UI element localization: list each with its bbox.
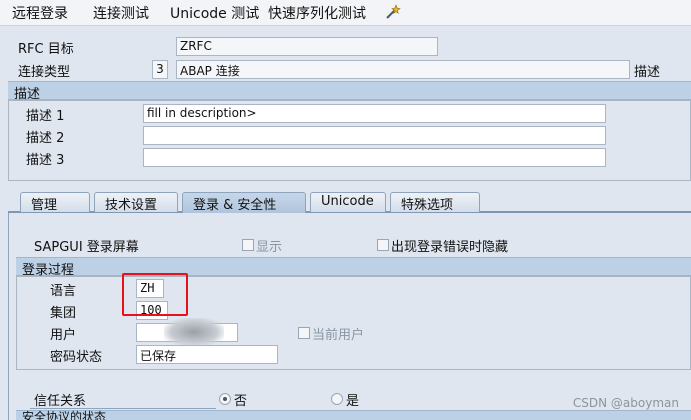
tab-technical-settings[interactable]: 技术设置 [94,192,178,213]
connection-type-value-field: ABAP 连接 [176,60,630,79]
connection-type-description-label: 描述 [634,65,661,80]
security-protocol-status-title: 安全协议的状态 [16,410,691,420]
trust-yes-radio[interactable] [331,393,343,405]
hide-on-logon-error-checkbox[interactable] [377,239,389,251]
remote-logon-button[interactable]: 远程登录 [12,3,68,23]
hide-on-logon-error-label: 出现登录错误时隐藏 [391,240,509,255]
trust-relationship-label: 信任关系 [34,394,87,409]
wand-icon[interactable] [384,3,402,21]
show-checkbox[interactable] [242,239,254,251]
trust-no-label: 否 [234,394,248,409]
connection-test-button[interactable]: 连接测试 [93,3,149,23]
unicode-test-button[interactable]: Unicode 测试 [170,3,259,23]
user-label: 用户 [50,328,77,343]
tab-administration[interactable]: 管理 [20,192,90,213]
show-checkbox-label: 显示 [256,240,283,255]
logon-procedure-title: 登录过程 [16,257,691,278]
tab-unicode[interactable]: Unicode [310,192,386,212]
connection-type-code-field[interactable]: 3 [152,60,168,79]
client-label: 集团 [50,306,77,321]
trust-no-radio[interactable] [219,393,231,405]
logon-procedure-group [16,276,691,370]
menu-toolbar: 远程登录 连接测试 Unicode 测试 快速序列化测试 [0,0,691,26]
password-status-label: 密码状态 [50,350,103,365]
trust-underline [30,408,216,409]
watermark-text: CSDN @aboyman [572,396,679,410]
trust-yes-label: 是 [346,394,360,409]
language-label: 语言 [50,284,77,299]
current-user-label: 当前用户 [312,328,365,343]
connection-type-label: 连接类型 [18,65,71,80]
description-3-field[interactable] [143,148,606,167]
description-1-field[interactable]: fill in description> [143,104,606,123]
redacted-user-blur [164,318,224,346]
current-user-checkbox[interactable] [298,327,310,339]
description-3-label: 描述 3 [26,153,65,168]
fast-serialization-test-button[interactable]: 快速序列化测试 [268,3,366,23]
description-2-field[interactable] [143,126,606,145]
description-group-title: 描述 [8,81,691,102]
rfc-target-field[interactable]: ZRFC [176,37,438,56]
highlight-annotation-box [122,273,188,316]
description-2-label: 描述 2 [26,131,65,146]
password-status-field: 已保存 [136,345,278,364]
description-1-label: 描述 1 [26,109,65,124]
sapgui-logon-screen-label: SAPGUI 登录屏幕 [34,240,139,255]
tab-special-options[interactable]: 特殊选项 [390,192,480,213]
tab-logon-security[interactable]: 登录 & 安全性 [182,192,306,213]
rfc-target-label: RFC 目标 [18,42,74,57]
